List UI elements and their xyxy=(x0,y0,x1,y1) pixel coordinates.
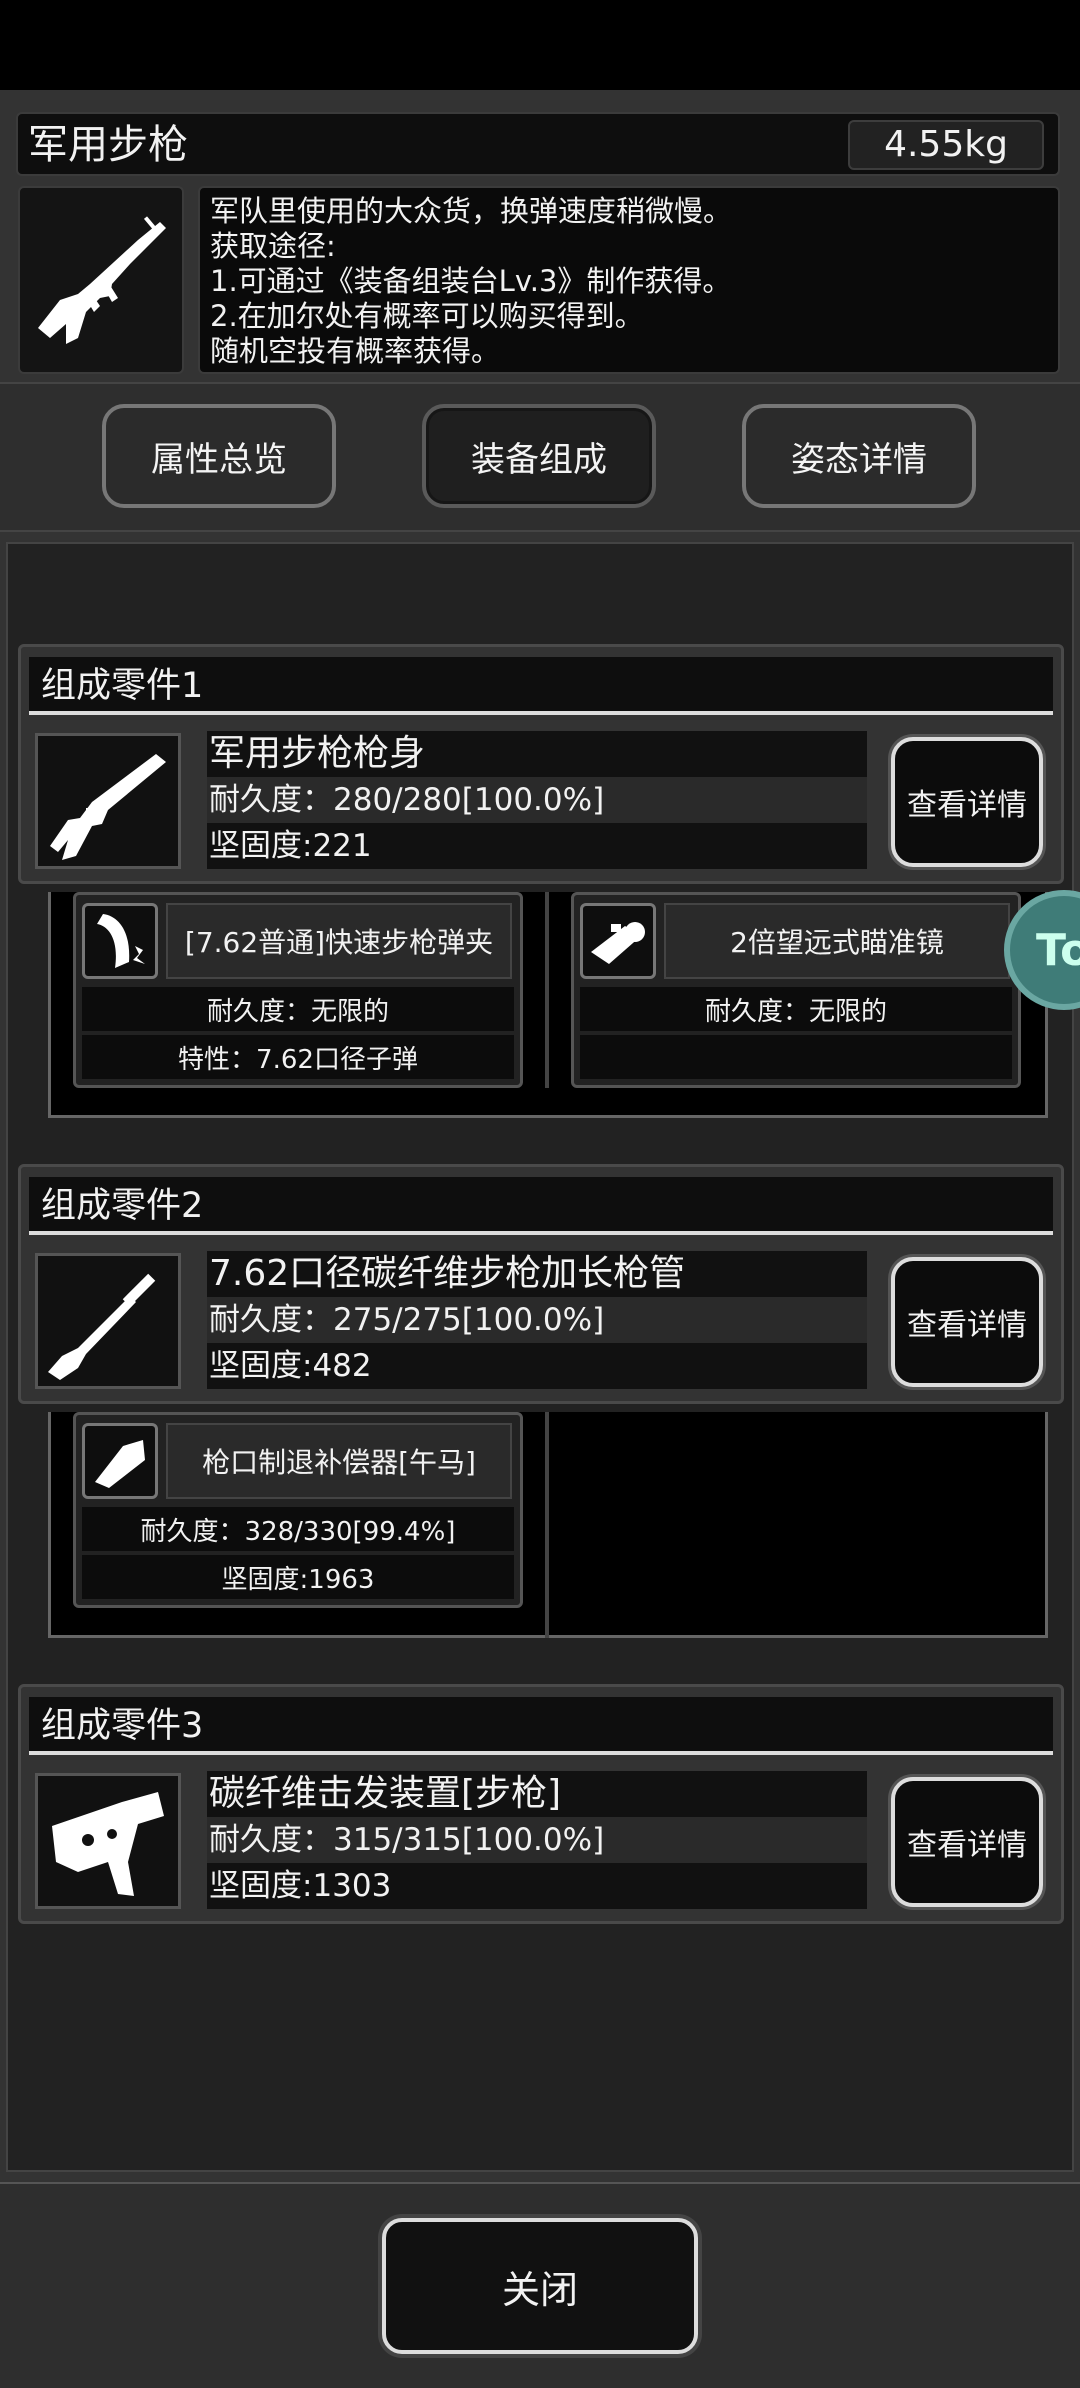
mod-trait: 特性：7.62口径子弹 xyxy=(82,1035,514,1079)
weight-value: 4.55kg xyxy=(848,120,1044,170)
rifle-icon xyxy=(38,216,166,344)
view-details-button[interactable]: 查看详情 xyxy=(891,1777,1043,1907)
description-line: 2.在加尔处有概率可以购买得到。 xyxy=(210,299,644,333)
button-label: 查看详情 xyxy=(907,1828,1027,1863)
part-name: 碳纤维击发装置[步枪] xyxy=(207,1771,867,1817)
scope-icon xyxy=(580,903,656,979)
description-line: 1.可通过《装备组装台Lv.3》制作获得。 xyxy=(210,264,732,298)
tab-label: 装备组成 xyxy=(471,439,607,480)
barrel-icon xyxy=(35,1253,181,1389)
tab-label: 属性总览 xyxy=(151,439,287,480)
rifle-body-icon xyxy=(35,733,181,869)
part-durability: 耐久度：315/315[100.0%] xyxy=(207,1817,867,1863)
divider xyxy=(545,892,549,1088)
divider xyxy=(545,1412,549,1638)
part-card-1: 组成零件1 军用步枪枪身 耐久度：280/280[100.0%] 坚固度:221… xyxy=(18,644,1064,884)
mod-trait xyxy=(580,1035,1012,1079)
part-hardness: 坚固度:482 xyxy=(207,1343,867,1389)
part-1-mods: [7.62普通]快速步枪弹夹 耐久度：无限的 特性：7.62口径子弹 2倍望远式… xyxy=(48,892,1048,1118)
part-title: 组成零件3 xyxy=(29,1697,1053,1755)
view-details-button[interactable]: 查看详情 xyxy=(891,1257,1043,1387)
tab-label: 姿态详情 xyxy=(791,439,927,480)
tab-bar: 属性总览 装备组成 姿态详情 xyxy=(0,382,1080,532)
description-line: 获取途径: xyxy=(210,229,336,263)
tab-attributes-overview[interactable]: 属性总览 xyxy=(102,404,336,508)
magazine-icon xyxy=(82,903,158,979)
weapon-icon xyxy=(18,186,184,374)
weapon-detail-screen: 军用步枪 4.55kg 军队里使用的大众货，换弹速度稍微慢。 获取途径: 1.可… xyxy=(0,90,1080,2388)
weapon-description: 军队里使用的大众货，换弹速度稍微慢。 获取途径: 1.可通过《装备组装台Lv.3… xyxy=(198,186,1060,374)
part-title: 组成零件1 xyxy=(29,657,1053,715)
mod-hardness: 坚固度:1963 xyxy=(82,1555,514,1599)
part-name: 军用步枪枪身 xyxy=(207,731,867,777)
part-hardness: 坚固度:1303 xyxy=(207,1863,867,1909)
mod-card[interactable]: 枪口制退补偿器[午马] 耐久度：328/330[99.4%] 坚固度:1963 xyxy=(73,1412,523,1608)
part-card-2: 组成零件2 7.62口径碳纤维步枪加长枪管 耐久度：275/275[100.0%… xyxy=(18,1164,1064,1404)
part-name: 7.62口径碳纤维步枪加长枪管 xyxy=(207,1251,867,1297)
part-title: 组成零件2 xyxy=(29,1177,1053,1235)
mod-name: 2倍望远式瞄准镜 xyxy=(664,903,1010,979)
part-hardness: 坚固度:221 xyxy=(207,823,867,869)
button-label: 关闭 xyxy=(501,2267,578,2312)
part-card-3: 组成零件3 碳纤维击发装置[步枪] 耐久度：315/315[100.0%] 坚固… xyxy=(18,1684,1064,1924)
weapon-header: 军用步枪 4.55kg xyxy=(16,112,1060,176)
muzzle-brake-icon xyxy=(82,1423,158,1499)
tab-stance-details[interactable]: 姿态详情 xyxy=(742,404,976,508)
view-details-button[interactable]: 查看详情 xyxy=(891,737,1043,867)
button-label: 查看详情 xyxy=(907,1308,1027,1343)
mod-durability: 耐久度：无限的 xyxy=(82,987,514,1031)
mod-name: 枪口制退补偿器[午马] xyxy=(166,1423,512,1499)
trigger-group-icon xyxy=(35,1773,181,1909)
part-durability: 耐久度：280/280[100.0%] xyxy=(207,777,867,823)
description-line: 随机空投有概率获得。 xyxy=(210,334,501,368)
mod-durability: 耐久度：无限的 xyxy=(580,987,1012,1031)
weapon-title: 军用步枪 xyxy=(28,122,188,168)
mod-durability: 耐久度：328/330[99.4%] xyxy=(82,1507,514,1551)
part-durability: 耐久度：275/275[100.0%] xyxy=(207,1297,867,1343)
button-label: 查看详情 xyxy=(907,788,1027,823)
mod-name: [7.62普通]快速步枪弹夹 xyxy=(166,903,512,979)
composition-panel: 组成零件1 军用步枪枪身 耐久度：280/280[100.0%] 坚固度:221… xyxy=(6,542,1074,2172)
tab-equipment-composition[interactable]: 装备组成 xyxy=(422,404,656,508)
mod-card[interactable]: 2倍望远式瞄准镜 耐久度：无限的 xyxy=(571,892,1021,1088)
mod-card[interactable]: [7.62普通]快速步枪弹夹 耐久度：无限的 特性：7.62口径子弹 xyxy=(73,892,523,1088)
part-2-mods: 枪口制退补偿器[午马] 耐久度：328/330[99.4%] 坚固度:1963 xyxy=(48,1412,1048,1638)
close-button[interactable]: 关闭 xyxy=(382,2218,698,2354)
description-line: 军队里使用的大众货，换弹速度稍微慢。 xyxy=(210,194,733,228)
floating-label: To xyxy=(1036,924,1080,976)
